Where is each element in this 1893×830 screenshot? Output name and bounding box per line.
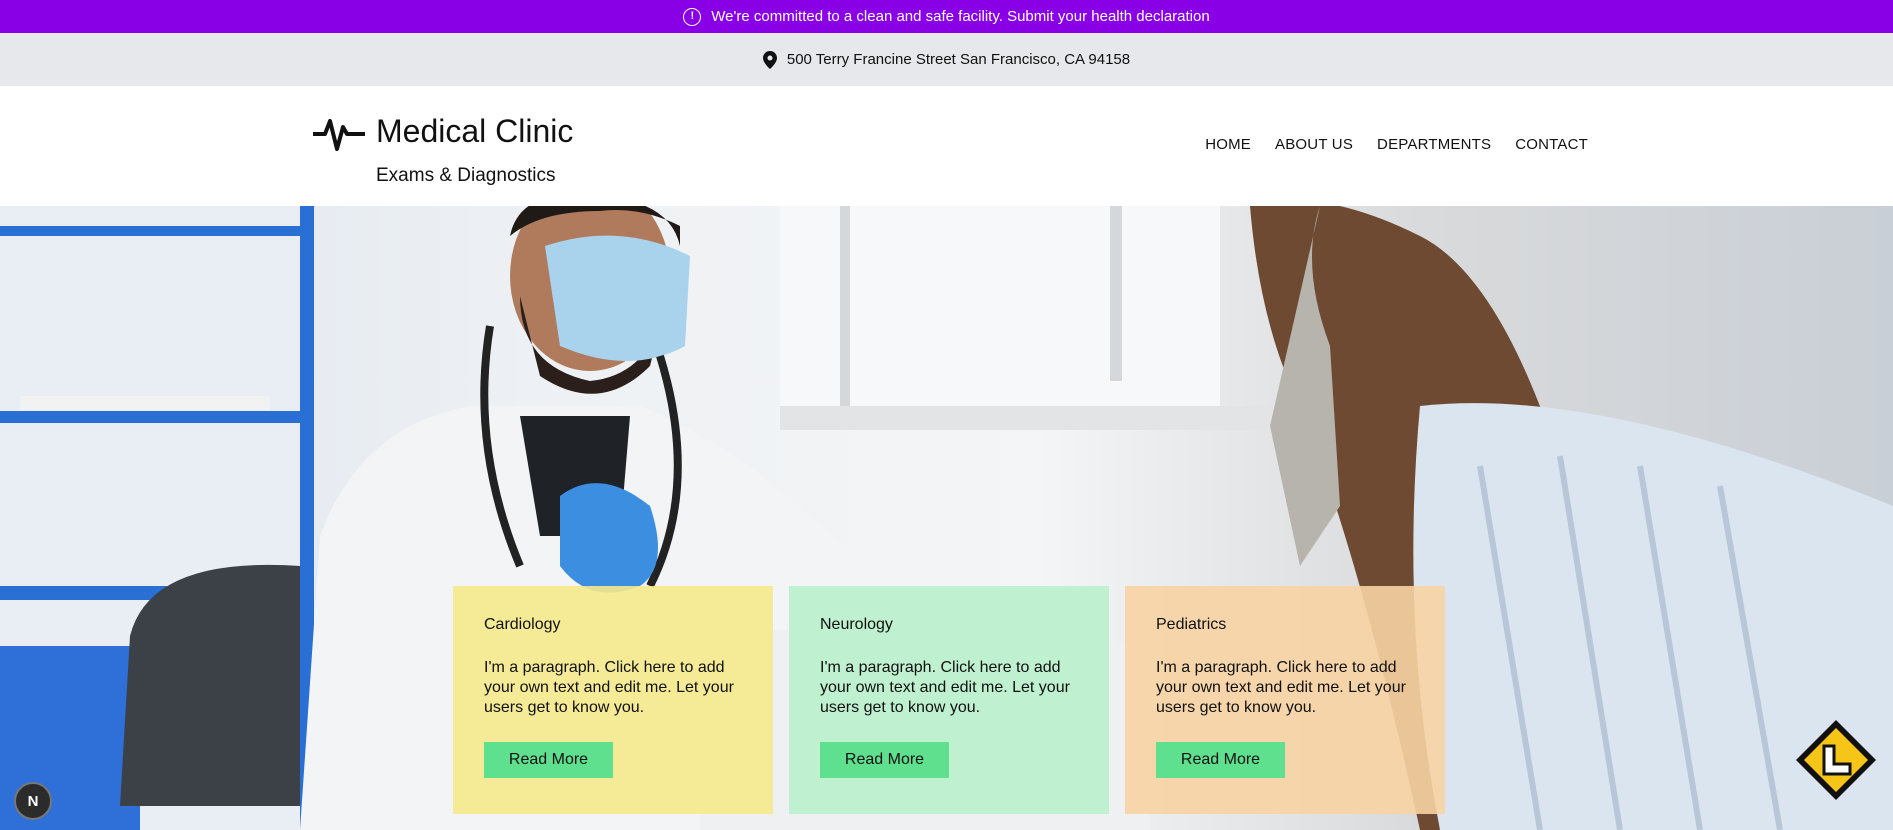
card-text: I'm a paragraph. Click here to add your … — [1156, 659, 1406, 716]
read-more-button[interactable]: Read More — [484, 742, 613, 778]
card-text: I'm a paragraph. Click here to add your … — [820, 659, 1070, 716]
card-title: Pediatrics — [1156, 616, 1227, 633]
address-bar: 500 Terry Francine Street San Francisco,… — [0, 33, 1893, 86]
heartbeat-icon[interactable] — [313, 113, 365, 153]
card-title: Neurology — [820, 616, 893, 633]
address-text: 500 Terry Francine Street San Francisco,… — [786, 51, 1131, 68]
card-title: Cardiology — [484, 616, 561, 633]
nav-contact[interactable]: CONTACT — [1515, 136, 1588, 153]
read-more-button[interactable]: Read More — [1156, 742, 1285, 778]
main-nav: HOME ABOUT US DEPARTMENTS CONTACT — [1205, 136, 1588, 153]
alert-circle-icon: ! — [683, 7, 702, 26]
announcement-bar[interactable]: ! We're committed to a clean and safe fa… — [0, 0, 1893, 33]
nav-departments[interactable]: DEPARTMENTS — [1377, 136, 1491, 153]
card-neurology: Neurology I'm a paragraph. Click here to… — [789, 586, 1109, 814]
diamond-logo-icon[interactable] — [1794, 718, 1878, 802]
nav-home[interactable]: HOME — [1205, 136, 1251, 153]
brand-title[interactable]: Medical Clinic — [376, 113, 573, 150]
location-pin-icon — [762, 50, 777, 69]
site-header — [0, 86, 1893, 206]
dev-tools-badge[interactable]: N — [14, 782, 52, 820]
card-text: I'm a paragraph. Click here to add your … — [484, 659, 734, 716]
brand-subtitle: Exams & Diagnostics — [376, 165, 556, 186]
card-cardiology: Cardiology I'm a paragraph. Click here t… — [453, 586, 773, 814]
read-more-button[interactable]: Read More — [820, 742, 949, 778]
announcement-text[interactable]: We're committed to a clean and safe faci… — [711, 8, 1209, 25]
card-pediatrics: Pediatrics I'm a paragraph. Click here t… — [1125, 586, 1445, 814]
department-cards: Cardiology I'm a paragraph. Click here t… — [453, 586, 1445, 814]
nav-about-us[interactable]: ABOUT US — [1275, 136, 1353, 153]
